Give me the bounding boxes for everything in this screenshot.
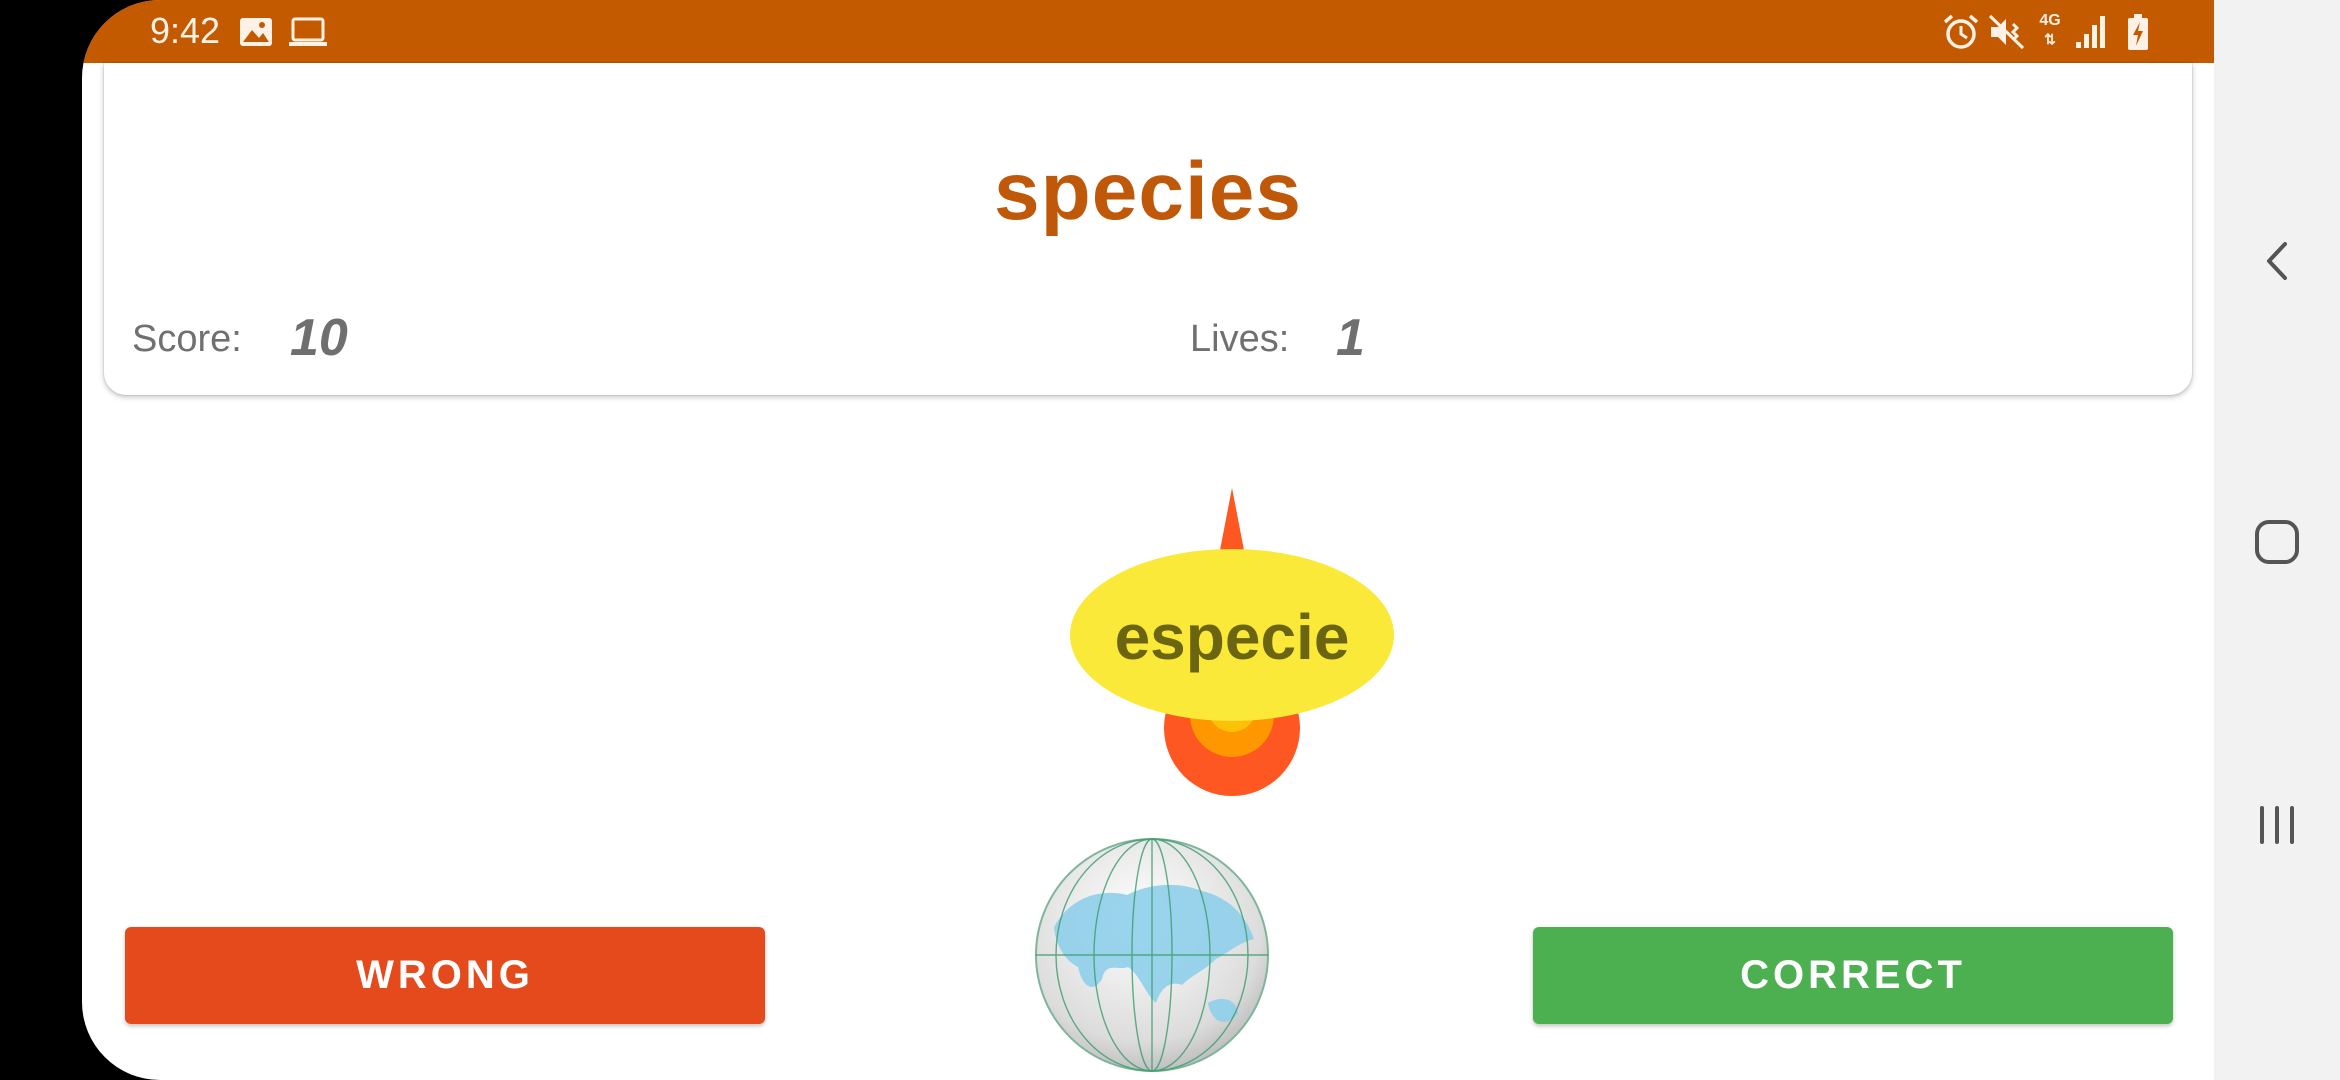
falling-word: especie <box>1114 601 1350 673</box>
signal-icon <box>2076 16 2105 48</box>
score-value: 10 <box>290 309 348 367</box>
alarm-icon <box>1943 14 1979 49</box>
mute-icon <box>1988 14 2025 50</box>
laptop-icon <box>289 17 327 46</box>
network-type-label: 4G <box>2039 12 2061 29</box>
home-button[interactable] <box>2214 487 2340 597</box>
globe-icon <box>1035 838 1269 1072</box>
navigation-bar <box>2214 0 2340 1080</box>
recents-icon <box>2260 806 2294 844</box>
app-screen: 9:42 4G ⇅ species Score: 10 Lives: 1 esp… <box>82 0 2214 1080</box>
battery-charging-icon <box>2128 14 2148 50</box>
status-bar: 9:42 4G ⇅ <box>82 0 2214 63</box>
back-icon <box>2267 242 2287 280</box>
target-word: species <box>994 146 1302 237</box>
status-time: 9:42 <box>150 10 221 51</box>
lives-label: Lives: <box>1190 318 1290 360</box>
rocket-tip <box>1220 488 1244 550</box>
score-label: Score: <box>132 318 242 360</box>
lives-value: 1 <box>1336 309 1365 367</box>
wrong-button[interactable]: WRONG <box>125 927 765 1024</box>
recents-button[interactable] <box>2214 770 2340 880</box>
home-icon <box>2255 520 2299 564</box>
word-card: species Score: 10 Lives: 1 <box>104 63 2192 395</box>
network-indicator: 4G ⇅ <box>2037 12 2063 52</box>
gallery-icon <box>240 18 272 46</box>
correct-button[interactable]: CORRECT <box>1533 927 2173 1024</box>
back-button[interactable] <box>2214 206 2340 316</box>
data-arrows-icon: ⇅ <box>2044 31 2056 47</box>
